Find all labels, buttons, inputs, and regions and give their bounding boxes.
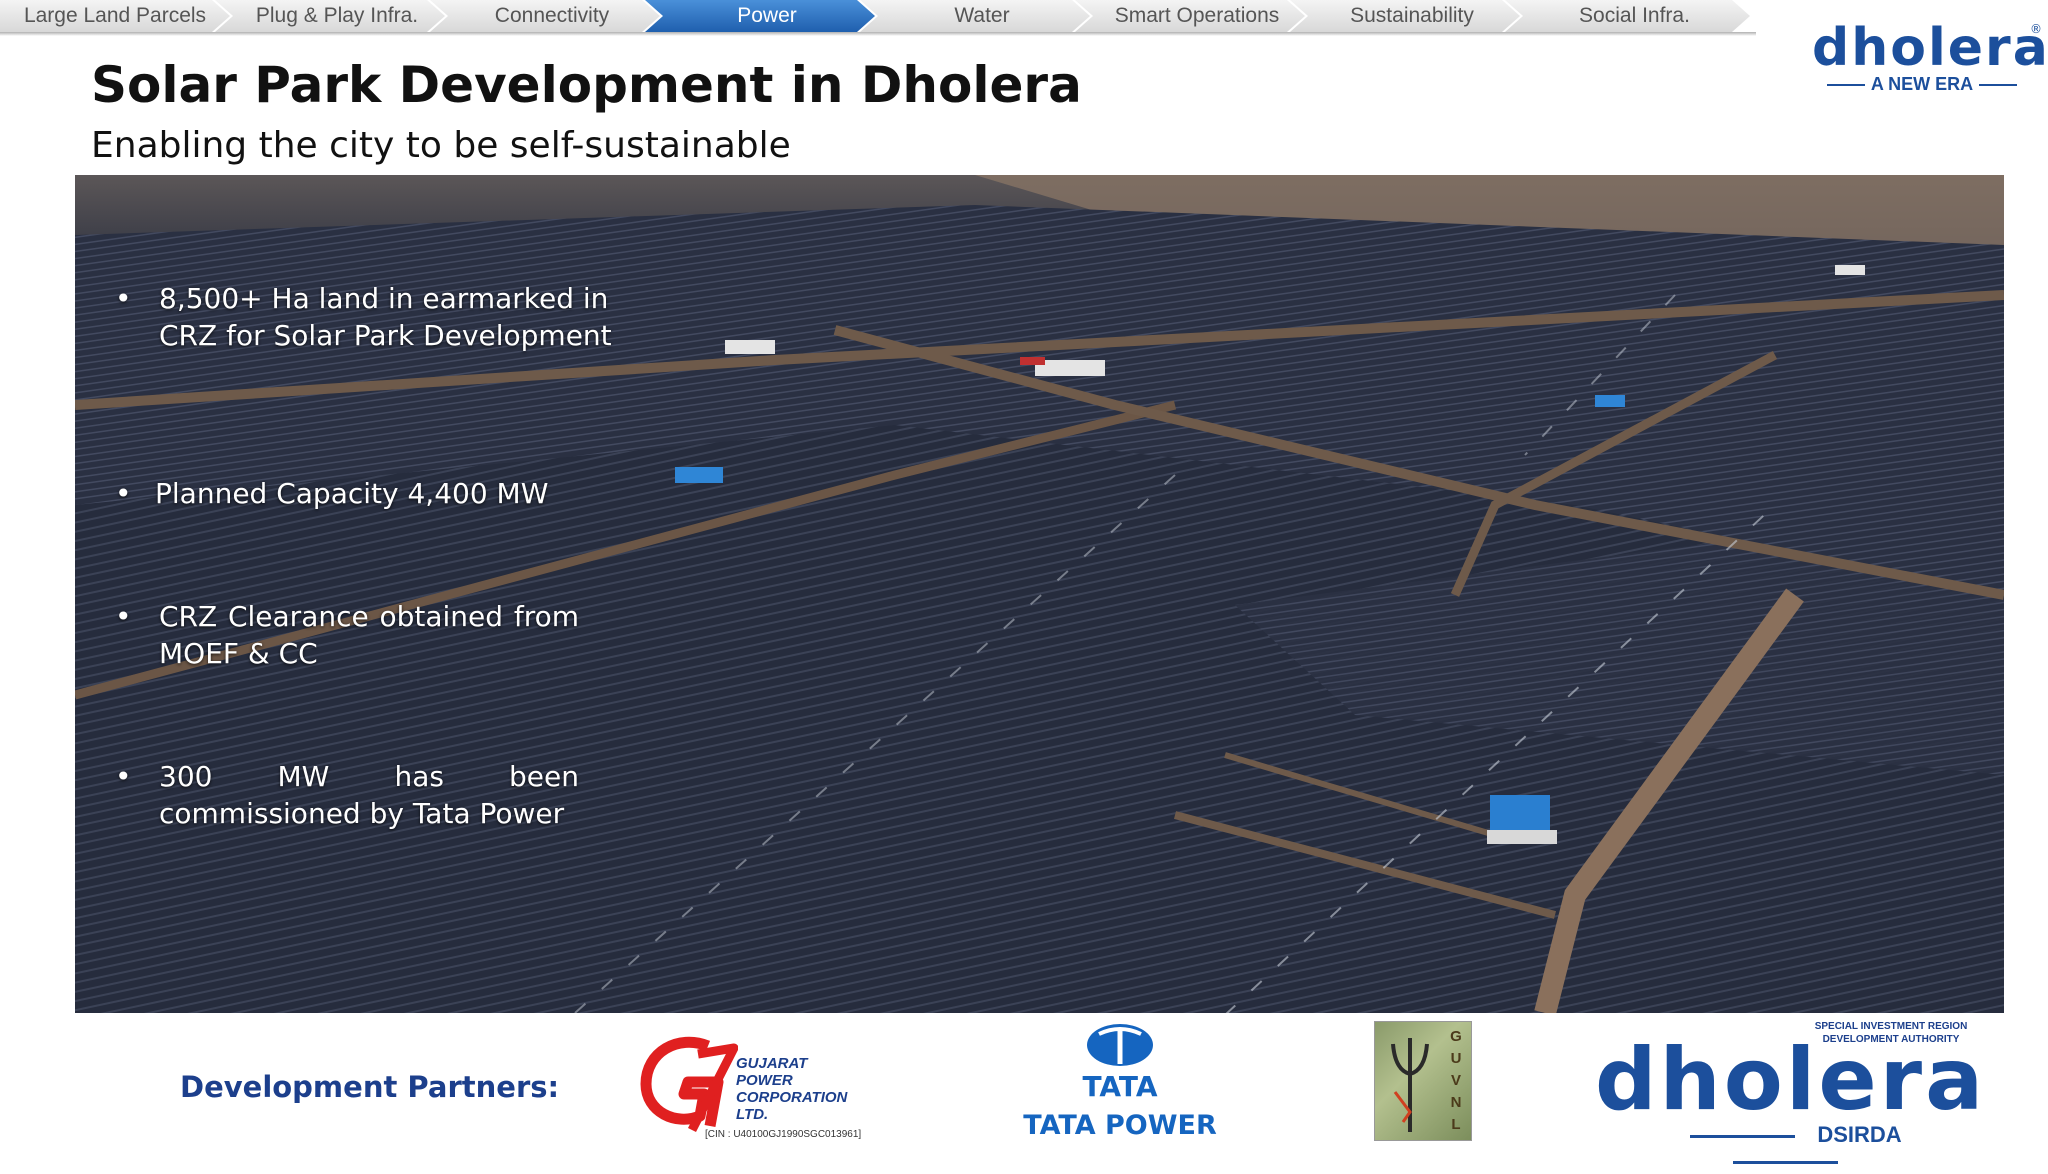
partners-label: Development Partners: (180, 1070, 560, 1104)
gpcl-logo: GUJARAT POWER CORPORATION LTD. [CIN : U4… (638, 1028, 878, 1143)
tab-label: Social Infra. (1579, 4, 1690, 27)
tab-connectivity[interactable]: Connectivity (430, 0, 660, 32)
bullet-marker: • (115, 477, 132, 510)
gpcl-name: GUJARAT POWER CORPORATION LTD. (736, 1055, 847, 1123)
tab-sustainability[interactable]: Sustainability (1290, 0, 1520, 32)
gpcl-emblem-icon (640, 1036, 738, 1133)
gpcl-line: POWER (736, 1072, 793, 1089)
tab-power[interactable]: Power (645, 0, 875, 32)
tab-label: Sustainability (1350, 4, 1474, 27)
gpcl-cin: [CIN : U40100GJ1990SGC013961] (705, 1129, 862, 1140)
nav-shadow (0, 32, 1756, 36)
bullet-text: 300 MW has been commissioned by Tata Pow… (159, 760, 579, 830)
section-nav: Large Land Parcels Plug & Play Infra. Co… (0, 0, 1756, 36)
tab-large-land-parcels[interactable]: Large Land Parcels (0, 0, 230, 32)
dholera-logo: dholera ® A NEW ERA (1812, 22, 2048, 98)
tab-smart-operations[interactable]: Smart Operations (1075, 0, 1305, 32)
tab-label: Large Land Parcels (23, 4, 207, 27)
tata-power-name: TATA POWER (1023, 1110, 1217, 1141)
logo-wordmark: dholera (1812, 18, 2048, 78)
dsirda-wordmark: dholera (1595, 1030, 1987, 1130)
bullet-text: 8,500+ Ha land in earmarked in CRZ for S… (159, 282, 612, 352)
bullet-marker: • (115, 282, 132, 315)
tab-social-infra[interactable]: Social Infra. (1505, 0, 1750, 32)
page-title: Solar Park Development in Dholera (91, 56, 1082, 114)
bullet-text: CRZ Clearance obtained from MOEF & CC (159, 600, 579, 670)
tata-emblem-icon (1087, 1024, 1153, 1066)
tab-water[interactable]: Water (860, 0, 1090, 32)
logo-tagline: A NEW ERA (1812, 74, 2032, 95)
gpcl-line: LTD. (736, 1106, 769, 1123)
gpcl-line: CORPORATION (736, 1089, 848, 1106)
bullet-text: Planned Capacity 4,400 MW (155, 477, 549, 510)
tab-label: Smart Operations (1114, 4, 1280, 27)
trident-icon (1391, 1038, 1429, 1132)
tab-label: Power (737, 4, 797, 27)
tab-label: Plug & Play Infra. (255, 4, 419, 27)
tab-plug-play-infra[interactable]: Plug & Play Infra. (215, 0, 445, 32)
tata-power-logo: TATA TATA POWER (1020, 1022, 1220, 1147)
registered-mark: ® (2030, 22, 2042, 36)
solar-park-photo: • 8,500+ Ha land in earmarked in CRZ for… (75, 175, 2004, 1013)
tab-label: Connectivity (494, 4, 610, 27)
guvnl-logo: G U V N L (1374, 1021, 1472, 1141)
bullet-marker: • (115, 600, 132, 633)
dsirda-abbr: DSIRDA (1595, 1122, 1975, 1174)
guvnl-letters: G U V N L (1450, 1028, 1462, 1133)
tab-label: Water (954, 4, 1010, 27)
inverter-station (1490, 795, 1550, 833)
tata-name: TATA (1082, 1070, 1158, 1103)
gpcl-line: GUJARAT (736, 1055, 808, 1072)
page-subtitle: Enabling the city to be self-sustainable (91, 125, 791, 166)
bullet-marker: • (115, 760, 132, 793)
dsirda-logo: SPECIAL INVESTMENT REGION DEVELOPMENT AU… (1595, 1020, 1987, 1150)
